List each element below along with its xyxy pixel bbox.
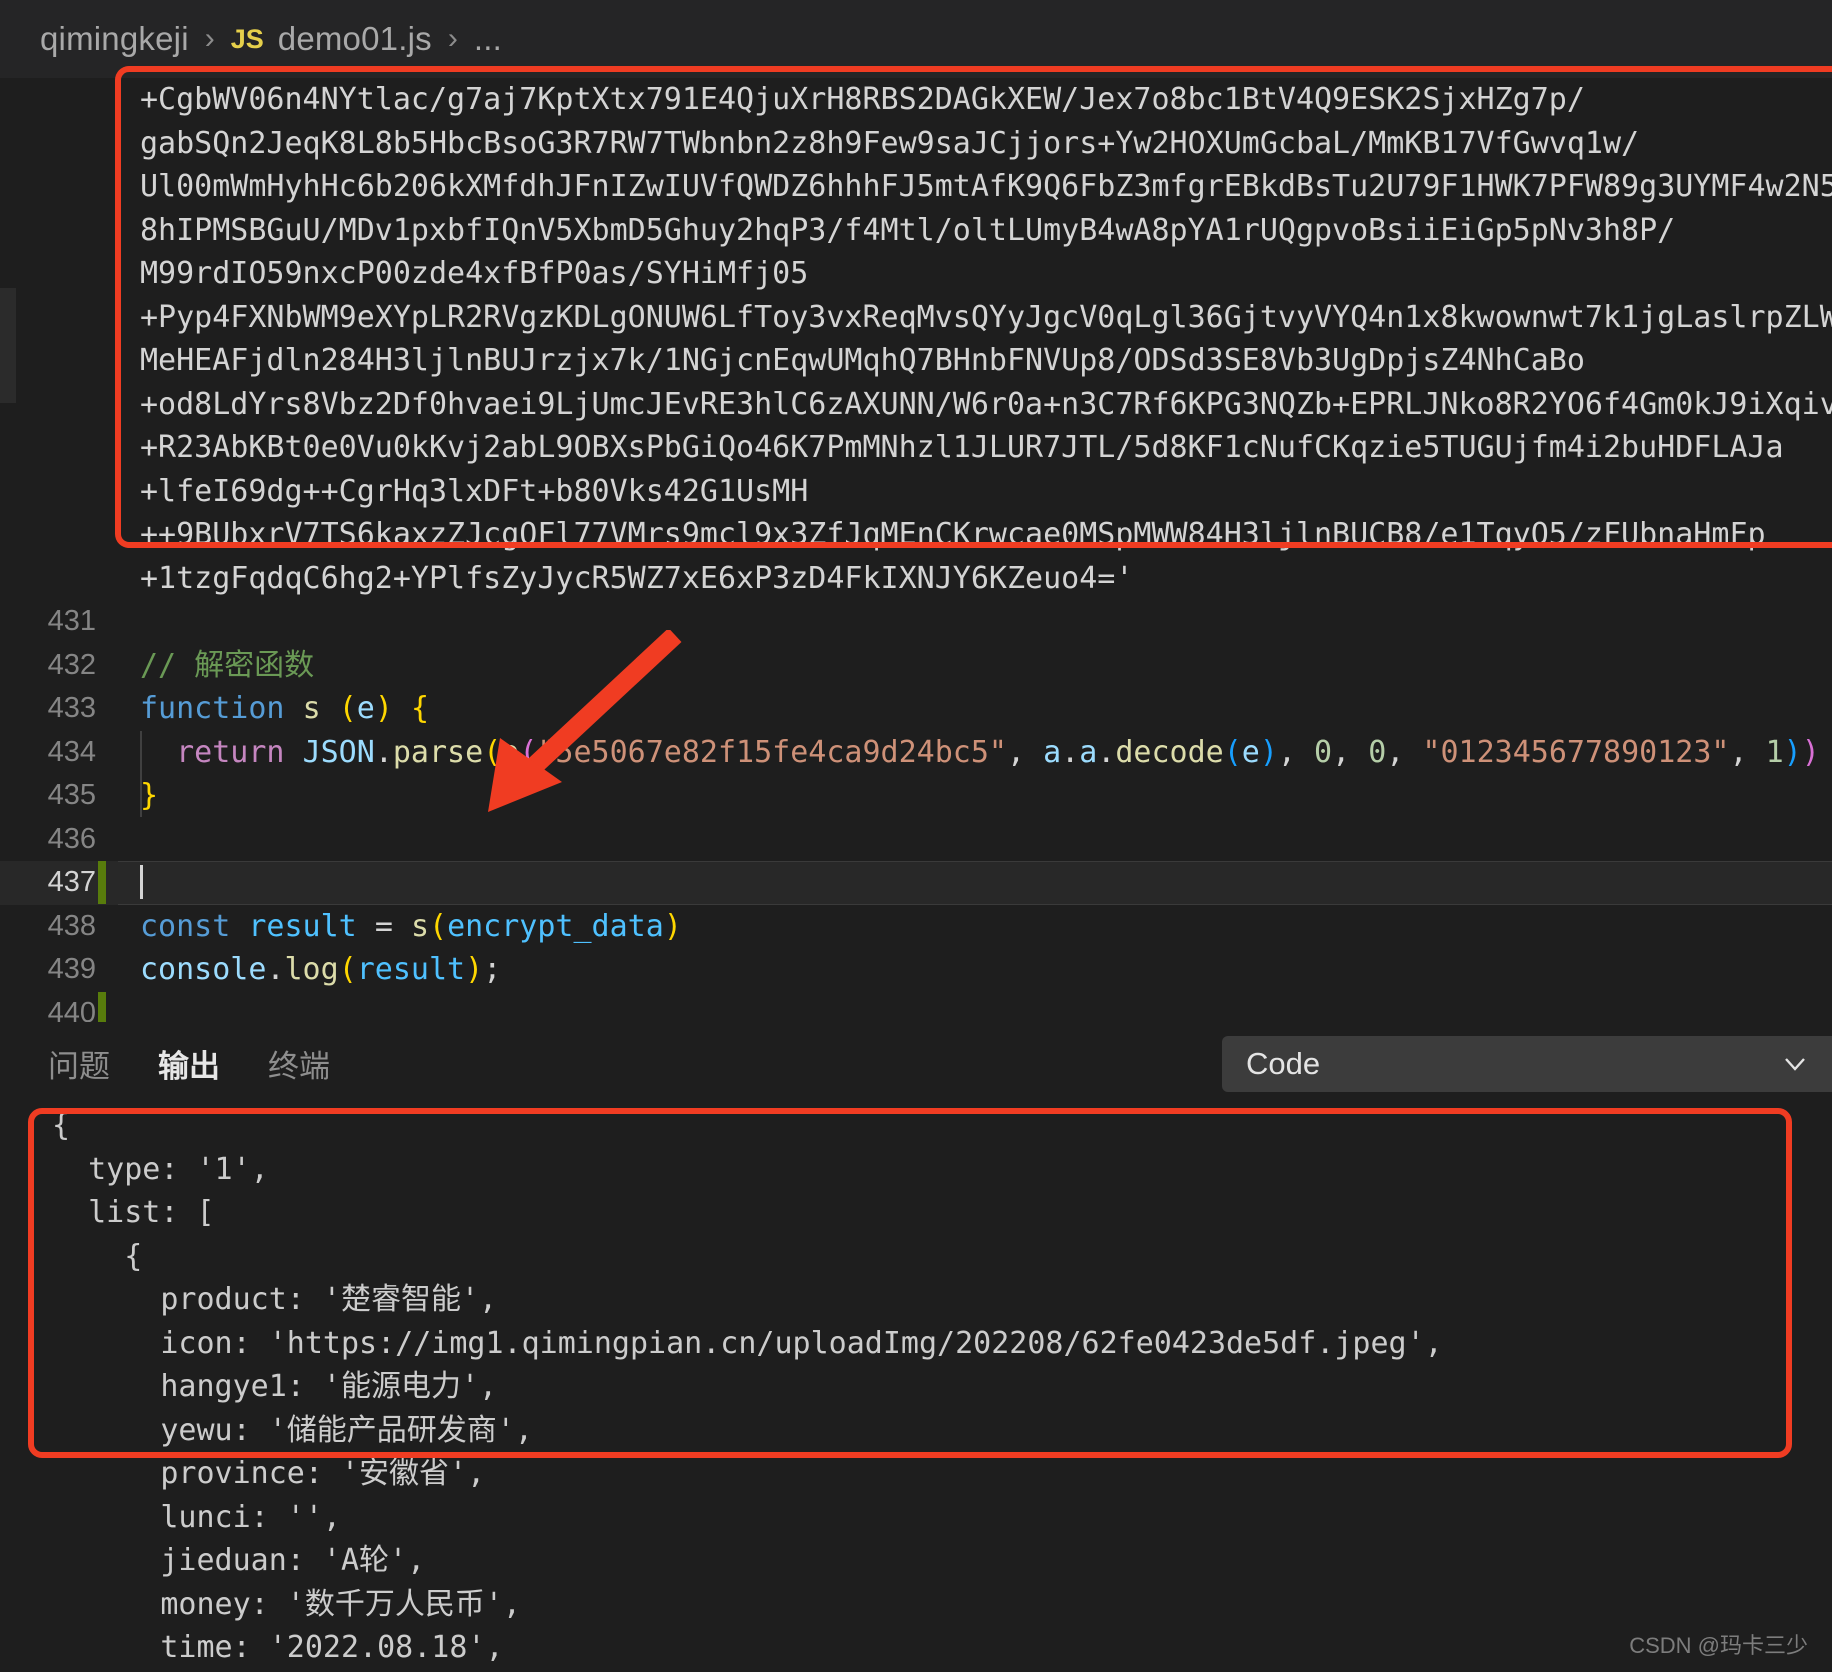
encrypted-text: gabSQn2JeqK8L8b5HbcBsoG3R7RW7TWbnbn2z8h9…	[140, 125, 1640, 161]
output-line: hangye1: '能源电力',	[52, 1369, 498, 1404]
encrypted-line: +R23AbKBt0e0Vu0kKvj2abL9OBXsPbGiQo46K7Pm…	[0, 426, 1832, 470]
output-console[interactable]: { type: '1', list: [ { product: '楚睿智能', …	[0, 1104, 1832, 1672]
breadcrumb-separator-2: ›	[447, 22, 458, 55]
output-line: province: '安徽省',	[52, 1456, 486, 1491]
line-number: 431	[47, 605, 96, 637]
encrypted-text: ++9BUbxrV7TS6kaxzZJcgOFl77VMrs9mcl9x3ZfJ…	[140, 517, 1766, 552]
code-text: const result = s(encrypt_data)	[140, 908, 682, 944]
code-line[interactable]: 431	[0, 600, 1832, 644]
code-text: // 解密函数	[140, 647, 315, 683]
code-line[interactable]: 436	[0, 818, 1832, 862]
line-number: 438	[47, 909, 96, 942]
code-line[interactable]: 435}	[0, 774, 1832, 818]
output-line: money: '数千万人民币',	[52, 1586, 521, 1622]
output-line: {	[52, 1108, 71, 1143]
output-line: list: [	[52, 1195, 215, 1230]
indent-guide	[140, 774, 142, 817]
text-cursor	[140, 865, 143, 899]
encrypted-line: +CgbWV06n4NYtlac/g7aj7KptXtx791E4QjuXrH8…	[0, 78, 1832, 122]
line-number: 439	[47, 953, 96, 985]
panel-tab-output[interactable]: 输出	[158, 1041, 220, 1086]
panel-tab-problems[interactable]: 问题	[48, 1041, 110, 1086]
code-line[interactable]: 439 console.log(result);	[0, 948, 1832, 992]
encrypted-text: M99rdIO59nxcP00zde4xfBfP0as/SYHiMfj05	[140, 256, 809, 291]
breadcrumb[interactable]: qimingkeji › JS demo01.js › ...	[0, 0, 1832, 78]
code-editor[interactable]: +CgbWV06n4NYtlac/g7aj7KptXtx791E4QjuXrH8…	[0, 78, 1832, 1078]
panel-header: 问题 输出 终端 Code	[0, 1022, 1832, 1104]
encrypted-text: 8hIPMSBGuU/MDv1pxbfIQnV5XbmD5Ghuy2hqP3/f…	[140, 212, 1676, 248]
code-line[interactable]: 437	[0, 861, 1832, 905]
encrypted-data-block[interactable]: +CgbWV06n4NYtlac/g7aj7KptXtx791E4QjuXrH8…	[0, 78, 1832, 600]
breadcrumb-ellipsis[interactable]: ...	[474, 20, 502, 58]
encrypted-line: ++9BUbxrV7TS6kaxzZJcgOFl77VMrs9mcl9x3ZfJ…	[0, 513, 1832, 557]
active-line-border	[118, 861, 1832, 862]
line-number: 435	[47, 779, 96, 811]
git-change-marker	[98, 861, 106, 905]
output-channel-select[interactable]: Code	[1222, 1036, 1832, 1092]
encrypted-text: +od8LdYrs8Vbz2Df0hvaei9LjUmcJEvRE3hlC6zA…	[140, 386, 1832, 422]
output-line: jieduan: 'A轮',	[52, 1543, 426, 1578]
encrypted-text: +CgbWV06n4NYtlac/g7aj7KptXtx791E4QjuXrH8…	[140, 82, 1585, 117]
output-line: type: '1',	[52, 1151, 269, 1187]
vscode-window: qimingkeji › JS demo01.js › ... +CgbWV06…	[0, 0, 1832, 1672]
code-line[interactable]: 434 return JSON.parse(o("5e5067e82f15fe4…	[0, 730, 1832, 775]
breadcrumb-separator-1: ›	[204, 22, 215, 55]
code-lines[interactable]: 431 432 // 解密函数 433 function s (e) { 434 retu…	[0, 600, 1832, 1035]
code-text	[118, 861, 143, 905]
output-line: lunci: '',	[52, 1499, 341, 1535]
output-line: yewu: '储能产品研发商',	[52, 1412, 533, 1448]
encrypted-line: +od8LdYrs8Vbz2Df0hvaei9LjUmcJEvRE3hlC6zA…	[0, 383, 1832, 427]
output-line: time: '2022.08.18',	[52, 1630, 504, 1665]
breadcrumb-project[interactable]: qimingkeji	[40, 20, 189, 58]
encrypted-line: Ul00mWmHyhHc6b206kXMfdhJFnIZwIUVfQWDZ6hh…	[0, 165, 1832, 209]
encrypted-text: +1tzgFqdqC6hg2+YPlfsZyJycR5WZ7xE6xP3zD4F…	[140, 560, 1134, 596]
encrypted-text: Ul00mWmHyhHc6b206kXMfdhJFnIZwIUVfQWDZ6hh…	[140, 169, 1832, 204]
line-number: 434	[47, 735, 96, 768]
panel-tab-terminal[interactable]: 终端	[268, 1041, 330, 1086]
code-text: function s (e) {	[140, 691, 429, 726]
output-lines: { type: '1', list: [ { product: '楚睿智能', …	[0, 1104, 1832, 1672]
code-line[interactable]: 433 function s (e) {	[0, 687, 1832, 731]
breadcrumb-file[interactable]: demo01.js	[278, 20, 432, 58]
output-line: icon: 'https://img1.qimingpian.cn/upload…	[52, 1325, 1443, 1361]
encrypted-text: +R23AbKBt0e0Vu0kKvj2abL9OBXsPbGiQo46K7Pm…	[140, 430, 1784, 465]
line-number: 436	[47, 822, 96, 855]
encrypted-line: 8hIPMSBGuU/MDv1pxbfIQnV5XbmD5Ghuy2hqP3/f…	[0, 209, 1832, 253]
encrypted-text: +Pyp4FXNbWM9eXYpLR2RVgzKDLgONUW6LfToy3vx…	[140, 299, 1832, 335]
output-line: product: '楚睿智能',	[52, 1282, 498, 1317]
js-file-icon: JS	[230, 23, 264, 54]
encrypted-line: M99rdIO59nxcP00zde4xfBfP0as/SYHiMfj05	[0, 252, 1832, 296]
watermark: CSDN @玛卡三少	[1629, 1633, 1808, 1658]
encrypted-line: gabSQn2JeqK8L8b5HbcBsoG3R7RW7TWbnbn2z8h9…	[0, 122, 1832, 166]
chevron-down-icon	[1782, 1051, 1808, 1077]
encrypted-line: +Pyp4FXNbWM9eXYpLR2RVgzKDLgONUW6LfToy3vx…	[0, 296, 1832, 340]
line-number: 433	[47, 692, 96, 724]
encrypted-text: MeHEAFjdln284H3ljlnBUJrzjx7k/1NGjcnEqwUM…	[140, 343, 1585, 378]
code-line[interactable]: 432 // 解密函数	[0, 644, 1832, 688]
encrypted-line: MeHEAFjdln284H3ljlnBUJrzjx7k/1NGjcnEqwUM…	[0, 339, 1832, 383]
bottom-panel: 问题 输出 终端 Code { type: '1', list: [ { pro…	[0, 1022, 1832, 1672]
code-text: return JSON.parse(o("5e5067e82f15fe4ca9d…	[176, 734, 1820, 770]
encrypted-text: +lfeI69dg++CgrHq3lxDFt+b80Vks42G1UsMH	[140, 473, 809, 509]
encrypted-line: +lfeI69dg++CgrHq3lxDFt+b80Vks42G1UsMH	[0, 470, 1832, 514]
encrypted-line: +1tzgFqdqC6hg2+YPlfsZyJycR5WZ7xE6xP3zD4F…	[0, 557, 1832, 601]
code-text: console.log(result);	[140, 952, 502, 987]
code-line[interactable]: 438 const result = s(encrypt_data)	[0, 905, 1832, 949]
line-number: 432	[47, 648, 96, 681]
indent-guide	[140, 730, 142, 774]
code-text: }	[140, 778, 159, 813]
output-channel-value: Code	[1246, 1046, 1321, 1081]
editor-vertical-scrollbar[interactable]	[1818, 78, 1832, 1078]
output-line: {	[52, 1238, 143, 1274]
